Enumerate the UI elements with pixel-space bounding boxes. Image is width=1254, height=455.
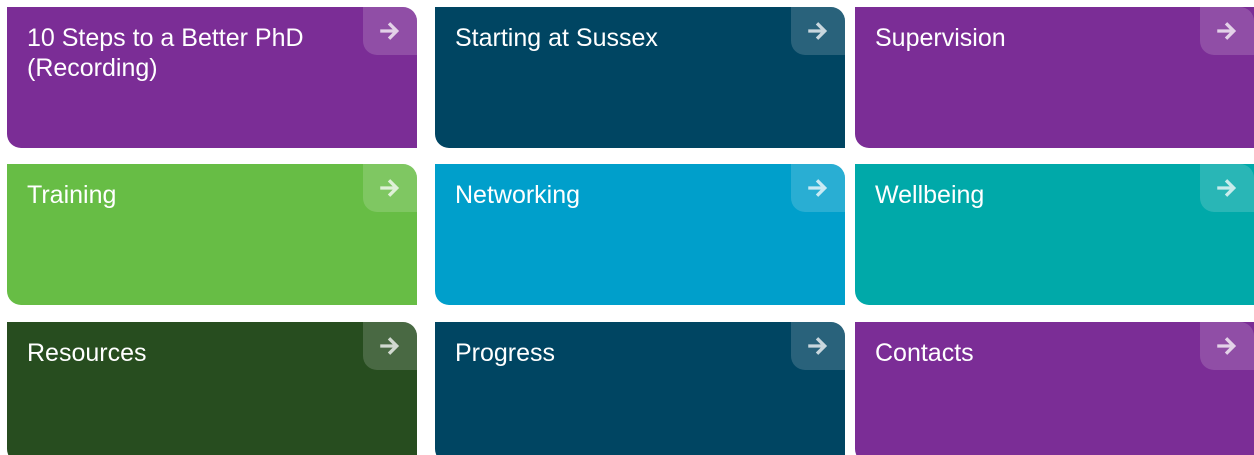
arrow-right-icon: [791, 7, 845, 55]
tile-label: Training: [27, 181, 117, 209]
tile-networking[interactable]: Networking: [435, 164, 845, 305]
arrow-right-icon: [363, 164, 417, 212]
tile-label: Supervision: [875, 24, 1006, 52]
tile-label: Contacts: [875, 339, 974, 367]
arrow-right-icon: [1200, 7, 1254, 55]
arrow-right-icon: [1200, 164, 1254, 212]
tile-resources[interactable]: Resources: [7, 322, 417, 455]
tile-label: Resources: [27, 339, 147, 367]
tile-training[interactable]: Training: [7, 164, 417, 305]
arrow-right-icon: [1200, 322, 1254, 370]
arrow-right-icon: [363, 7, 417, 55]
arrow-right-icon: [363, 322, 417, 370]
tile-supervision[interactable]: Supervision: [855, 7, 1254, 148]
tile-label: Starting at Sussex: [455, 24, 658, 52]
navigation-tile-grid: 10 Steps to a Better PhD (Recording) Sta…: [0, 0, 1254, 455]
tile-label: Wellbeing: [875, 181, 985, 209]
tile-10-steps-to-a-better-phd[interactable]: 10 Steps to a Better PhD (Recording): [7, 7, 417, 148]
tile-starting-at-sussex[interactable]: Starting at Sussex: [435, 7, 845, 148]
tile-label: Progress: [455, 339, 556, 367]
arrow-right-icon: [791, 322, 845, 370]
tile-progress[interactable]: Progress: [435, 322, 845, 455]
tile-label: Networking: [455, 181, 581, 209]
tile-contacts[interactable]: Contacts: [855, 322, 1254, 455]
tile-wellbeing[interactable]: Wellbeing: [855, 164, 1254, 305]
tile-label: 10 Steps to a Better PhD (Recording): [27, 24, 304, 82]
arrow-right-icon: [791, 164, 845, 212]
